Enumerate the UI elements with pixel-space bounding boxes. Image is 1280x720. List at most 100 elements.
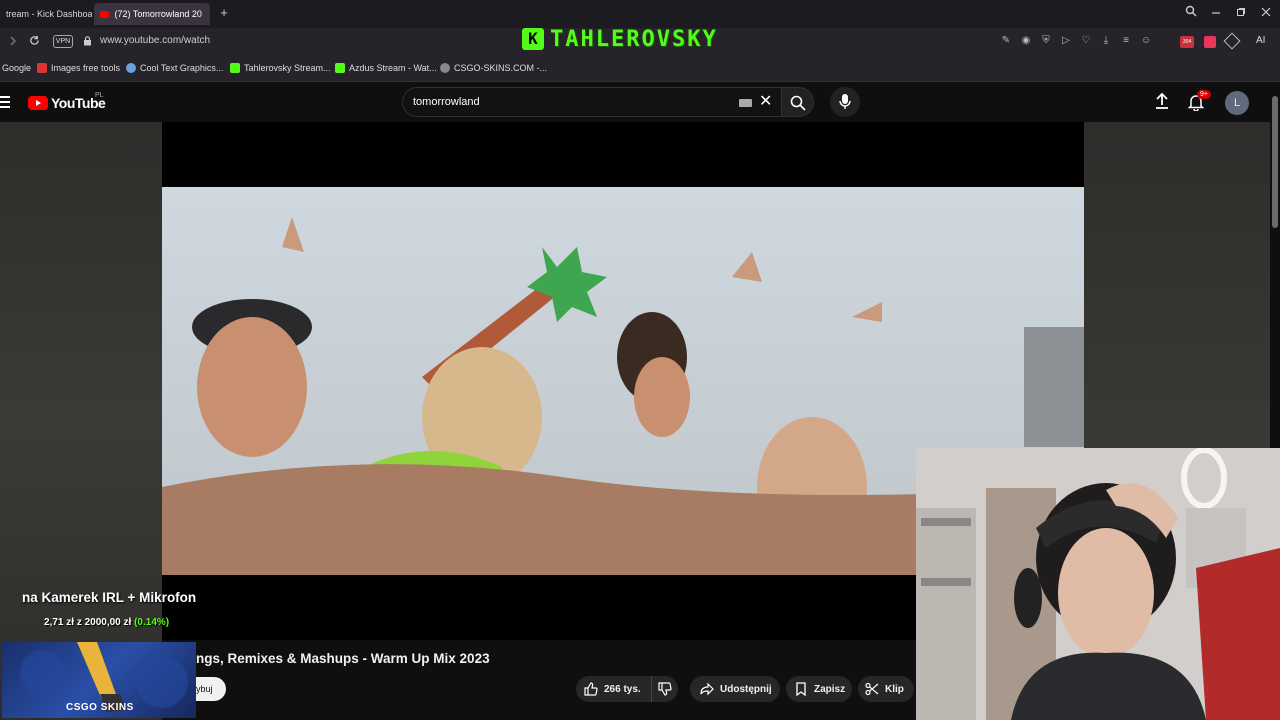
- webcam-overlay: [916, 448, 1280, 720]
- kick-icon: [230, 63, 240, 73]
- reload-icon: [29, 35, 39, 45]
- close-window-button[interactable]: [1255, 4, 1277, 22]
- donation-current: 2,71 zł: [44, 617, 75, 628]
- scrollbar-thumb[interactable]: [1272, 96, 1278, 228]
- close-icon: [1261, 7, 1271, 17]
- heart-icon[interactable]: ♡: [1080, 35, 1092, 47]
- webcam-streamer-image: [916, 448, 1280, 720]
- bookmark-csgo-skins[interactable]: CSGO-SKINS.COM -...: [440, 63, 547, 73]
- dislike-button[interactable]: [652, 676, 678, 702]
- extension-counter-icon[interactable]: 304: [1180, 36, 1194, 48]
- youtube-favicon-icon: [100, 11, 109, 19]
- ambient-background-left: [0, 122, 162, 720]
- bookmark-label: Images free tools: [51, 63, 121, 73]
- bookmark-cool-text[interactable]: Cool Text Graphics...: [126, 63, 223, 73]
- kick-icon: [335, 63, 345, 73]
- microphone-icon: [839, 94, 851, 109]
- account-icon[interactable]: ☺: [1140, 35, 1152, 47]
- maximize-button[interactable]: [1230, 4, 1252, 22]
- donation-goal-progress: 2,71 zł z 2000,00 zł (0.14%): [44, 617, 169, 628]
- tab-kick-dashboard[interactable]: tream - Kick Dashboard: [0, 3, 92, 25]
- avatar-letter: L: [1233, 97, 1241, 109]
- keyboard-icon[interactable]: [739, 99, 752, 107]
- camera-icon[interactable]: ◉: [1020, 35, 1032, 47]
- youtube-header: YouTube PL tomorrowland ✕ 9+ L: [0, 82, 1270, 122]
- ai-label: AI: [1256, 35, 1266, 46]
- like-button[interactable]: 266 tys.: [576, 676, 652, 702]
- new-tab-button[interactable]: +: [213, 4, 235, 22]
- bookmark-tahlerovsky[interactable]: Tahlerovsky Stream...: [230, 63, 331, 73]
- forward-button[interactable]: [4, 33, 22, 51]
- play-icon[interactable]: ▷: [1060, 35, 1072, 47]
- donation-goal-amount: 2000,00 zł: [84, 617, 132, 628]
- shield-icon[interactable]: ⛨: [1040, 35, 1052, 47]
- save-button[interactable]: Zapisz: [786, 676, 852, 702]
- search-tabs-button[interactable]: [1180, 4, 1202, 22]
- region-code: PL: [95, 92, 104, 99]
- extensions-puzzle-icon[interactable]: [1223, 32, 1241, 50]
- notification-badge: 9+: [1197, 90, 1211, 99]
- extension-badge: 304: [1182, 39, 1192, 45]
- address-bar-actions: ✎ ◉ ⛨ ▷ ♡ ⤓ ≡ ☺: [1000, 35, 1152, 49]
- ai-button[interactable]: AI: [1256, 35, 1265, 46]
- clip-label: Klip: [885, 683, 904, 695]
- share-button[interactable]: Udostępnij: [690, 676, 780, 702]
- menu-list-icon[interactable]: ≡: [1120, 35, 1132, 47]
- lock-icon: [78, 33, 96, 51]
- subscribe-label: ybuj: [196, 684, 213, 694]
- subscribe-button[interactable]: ybuj: [194, 677, 226, 701]
- bookmark-icon: [796, 682, 806, 696]
- search-icon: [1185, 5, 1197, 17]
- upload-button[interactable]: [1154, 92, 1172, 112]
- sponsor-label: CSGO SKINS: [66, 702, 134, 713]
- search-query: tomorrowland: [413, 96, 480, 108]
- like-dislike-group: 266 tys.: [576, 676, 678, 702]
- clear-search-icon[interactable]: ✕: [759, 92, 772, 112]
- bookmark-favicon-icon: [126, 63, 136, 73]
- bookmark-google[interactable]: Google: [2, 63, 31, 73]
- donation-percent: (0.14%): [134, 617, 170, 628]
- url-field[interactable]: www.youtube.com/watch: [100, 35, 210, 46]
- plus-icon: +: [220, 5, 228, 20]
- clip-button[interactable]: Klip: [858, 676, 914, 702]
- avatar[interactable]: L: [1225, 91, 1249, 115]
- stream-channel-title: K TAHLEROVSKY: [522, 25, 718, 53]
- search-button[interactable]: [782, 87, 814, 117]
- minimize-button[interactable]: [1205, 4, 1227, 22]
- share-label: Udostępnij: [720, 683, 772, 695]
- reload-button[interactable]: [25, 33, 43, 51]
- video-title: ngs, Remixes & Mashups - Warm Up Mix 202…: [196, 651, 490, 666]
- thumbs-up-icon: [584, 682, 598, 696]
- ambient-background-right: [1084, 122, 1270, 452]
- youtube-play-icon: [28, 96, 48, 110]
- bookmark-label: Cool Text Graphics...: [140, 63, 224, 73]
- voice-search-button[interactable]: [830, 87, 860, 117]
- edit-icon[interactable]: ✎: [1000, 35, 1012, 47]
- share-icon: [700, 682, 714, 696]
- kick-letter: K: [528, 29, 538, 48]
- tab-youtube[interactable]: (72) Tomorrowland 20: [94, 3, 210, 25]
- sponsor-banner[interactable]: CSGO SKINS: [2, 642, 196, 718]
- minimize-icon: [1212, 12, 1220, 14]
- scissors-icon: [865, 682, 879, 696]
- extension-icon[interactable]: [1204, 36, 1216, 48]
- upload-icon: [1156, 92, 1168, 109]
- menu-icon[interactable]: [0, 96, 10, 108]
- donation-goal-title: na Kamerek IRL + Mikrofon: [22, 590, 197, 605]
- chevron-right-icon: [10, 36, 16, 46]
- vpn-label: VPN: [55, 38, 71, 45]
- youtube-logo[interactable]: YouTube: [28, 95, 106, 111]
- bookmark-favicon-icon: [37, 63, 47, 73]
- vpn-badge[interactable]: VPN: [53, 35, 73, 48]
- bookmark-images-free-tools[interactable]: Images free tools: [37, 63, 120, 73]
- save-label: Zapisz: [814, 683, 846, 695]
- like-count: 266 tys.: [604, 683, 641, 695]
- restore-icon: [1237, 8, 1245, 16]
- tab-label: (72) Tomorrowland 20: [114, 9, 202, 19]
- bookmark-label: Azdus Stream - Wat...: [349, 63, 437, 73]
- bookmark-label: Tahlerovsky Stream...: [244, 63, 331, 73]
- kick-logo-icon: K: [522, 28, 544, 50]
- bookmark-azdus[interactable]: Azdus Stream - Wat...: [335, 63, 437, 73]
- download-icon[interactable]: ⤓: [1100, 35, 1112, 47]
- search-input[interactable]: tomorrowland ✕: [402, 87, 782, 117]
